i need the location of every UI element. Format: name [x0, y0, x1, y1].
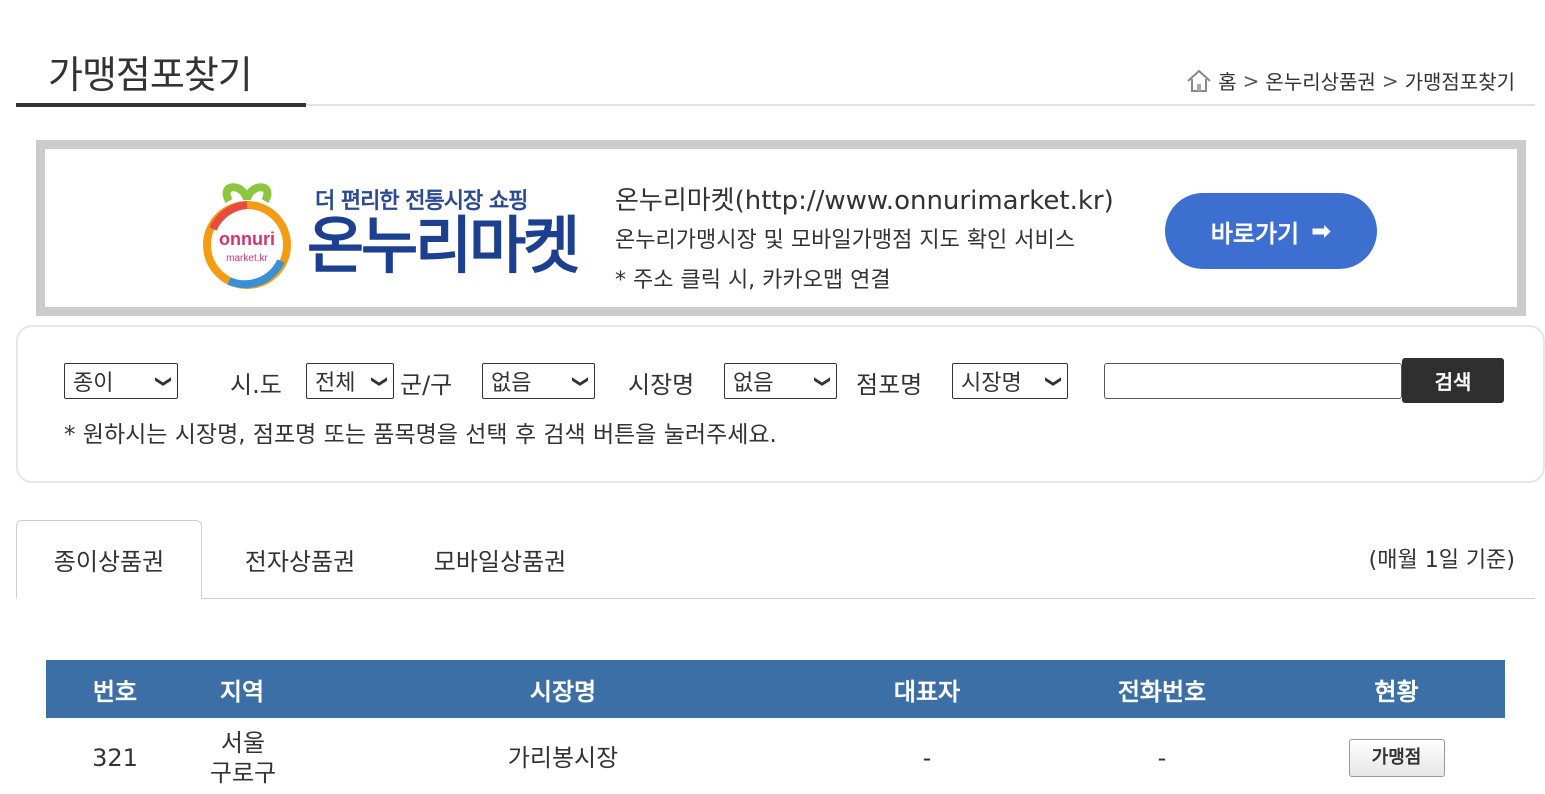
market-label: 시장명: [628, 371, 695, 399]
breadcrumb-separator: >: [1381, 68, 1399, 93]
market-value: 없음: [733, 371, 774, 396]
cell-market: 가리봉시장: [507, 744, 619, 772]
breadcrumb-current: 가맹점포찾기: [1404, 70, 1515, 94]
breadcrumb-home[interactable]: 홈: [1218, 66, 1236, 95]
banner-brand: 온누리마켓: [307, 209, 580, 282]
search-field-value: 시장명: [961, 371, 1022, 396]
gungu-label: 군/구: [400, 371, 453, 399]
store-label: 점포명: [856, 371, 923, 399]
status-button[interactable]: 가맹점: [1348, 739, 1445, 777]
breadcrumb: 홈 > 온누리상품권 > 가맹점포찾기: [1186, 66, 1515, 95]
chevron-down-icon: ❯: [813, 374, 833, 388]
onnuri-logo-icon: onnuri market.kr: [203, 183, 291, 289]
table-header: 번호 지역 시장명 대표자 전화번호 현황: [46, 660, 1505, 718]
cell-status: 가맹점: [1288, 718, 1505, 794]
header-no: 번호: [92, 677, 138, 706]
sido-select[interactable]: 전체 ❯: [306, 363, 394, 399]
voucher-type-select[interactable]: 종이 ❯: [64, 363, 178, 399]
header-market: 시장명: [529, 677, 597, 706]
home-icon[interactable]: [1186, 69, 1212, 93]
breadcrumb-separator: >: [1242, 68, 1260, 93]
banner-line-service: 온누리가맹시장 및 모바일가맹점 지도 확인 서비스: [615, 228, 1076, 253]
market-select[interactable]: 없음 ❯: [724, 363, 837, 399]
logo-subtext: market.kr: [226, 253, 268, 264]
basis-note: (매월 1일 기준): [1368, 548, 1515, 573]
header-region: 지역: [219, 677, 265, 706]
page-title: 가맹점포찾기: [48, 53, 253, 97]
chevron-down-icon: ❯: [1044, 374, 1064, 388]
cell-phone: -: [1157, 744, 1167, 772]
banner-line-note: * 주소 클릭 시, 카카오맵 연결: [615, 268, 891, 293]
search-button[interactable]: 검색: [1402, 358, 1504, 403]
cell-no: 321: [92, 744, 138, 772]
cell-owner: -: [922, 744, 932, 772]
search-note: * 원하시는 시장명, 점포명 또는 품목명을 선택 후 검색 버튼을 눌러주세…: [64, 422, 777, 448]
goto-button[interactable]: 바로가기 ➡: [1165, 193, 1377, 269]
voucher-type-value: 종이: [73, 371, 114, 396]
onnurimarket-banner[interactable]: onnuri market.kr 더 편리한 전통시장 쇼핑 온누리마켓 온누리…: [36, 140, 1526, 316]
search-field-select[interactable]: 시장명 ❯: [952, 363, 1068, 399]
chevron-down-icon: ❯: [571, 374, 591, 388]
breadcrumb-onnuri[interactable]: 온누리상품권: [1265, 66, 1375, 95]
gungu-value: 없음: [491, 371, 532, 396]
banner-line-url: 온누리마켓(http://www.onnurimarket.kr): [615, 186, 1114, 216]
chevron-down-icon: ❯: [370, 374, 390, 388]
header-owner: 대표자: [893, 677, 961, 706]
cell-region: 서울 구로구: [209, 729, 277, 787]
logo-text: onnuri: [219, 229, 275, 249]
sido-value: 전체: [315, 371, 356, 396]
header-phone: 전화번호: [1117, 677, 1207, 706]
search-input[interactable]: [1104, 363, 1402, 399]
table-row: 321 서울 구로구 가리봉시장 - - 가맹점: [46, 718, 1505, 794]
goto-button-label: 바로가기: [1210, 219, 1300, 248]
gungu-select[interactable]: 없음 ❯: [482, 363, 595, 399]
header-status: 현황: [1374, 677, 1419, 706]
tab-mobile-voucher[interactable]: 모바일상품권: [410, 520, 590, 599]
arrow-right-icon: ➡: [1311, 217, 1332, 245]
tab-electronic-voucher[interactable]: 전자상품권: [210, 520, 390, 599]
sido-label: 시.도: [230, 371, 282, 399]
banner-description: 온누리마켓(http://www.onnurimarket.kr) 온누리가맹시…: [615, 181, 1114, 301]
title-underline: [16, 103, 306, 107]
tab-paper-voucher[interactable]: 종이상품권: [16, 520, 202, 599]
search-panel: 종이 ❯ 시.도 전체 ❯ 군/구 없음 ❯ 시장명 없음 ❯ 점포명 시장명 …: [16, 325, 1545, 483]
chevron-down-icon: ❯: [154, 374, 174, 388]
